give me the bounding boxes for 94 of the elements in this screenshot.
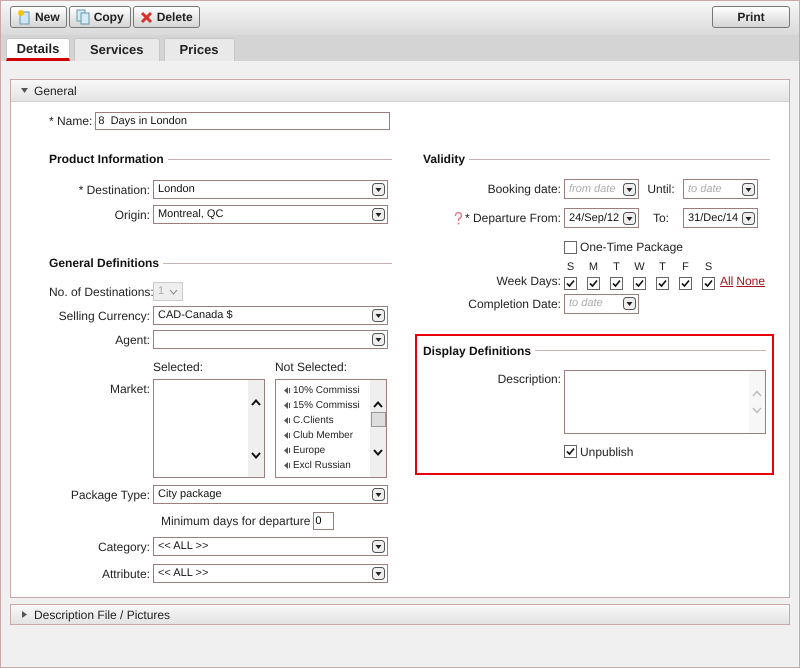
market-list-item[interactable]: Excl Russian [284,458,370,473]
field-label: Week Days: [496,272,561,290]
tab[interactable]: Prices [164,38,235,61]
checkbox-label: Unpublish [580,444,634,460]
dropdown-select[interactable]: City package [153,485,388,504]
field-label: Selling Currency: [58,308,150,324]
weekday-letter: S [704,260,712,275]
field-label: * Destination: [78,182,150,198]
help-question-icon[interactable] [454,212,463,224]
weekday-checkbox[interactable] [610,276,623,290]
delete-x-icon [140,10,153,24]
toolbar-button[interactable]: Copy [68,6,131,28]
collapse-triangle-icon [21,87,28,94]
weekday-checkbox[interactable] [656,276,669,290]
scroll-down-icon [373,449,383,456]
market-list-item[interactable]: Club Member [284,428,370,443]
checkbox-label: One-Time Package [580,239,683,256]
field-label: Origin: [114,206,150,224]
description-file-section-header[interactable]: Description File / Pictures [10,604,790,625]
toolbar-button[interactable]: Delete [132,6,200,28]
field-label: Attribute: [100,566,150,582]
select-none-link[interactable]: None [736,272,766,290]
print-button[interactable]: Print [712,6,790,28]
name-input[interactable]: 8 Days in London [95,112,390,130]
tab[interactable]: Services [74,38,160,61]
speaker-icon [284,447,290,454]
speaker-icon [284,387,290,394]
list-scrollbar[interactable] [370,380,386,477]
weekday-letter: S [566,260,574,275]
field-label: * Name: [49,113,92,130]
speaker-icon [284,462,290,469]
weekday-letter: F [682,260,689,275]
section-heading: Display Definitions [423,342,532,360]
chevron-down-icon [169,288,178,294]
dropdown-select[interactable]: CAD-Canada $ [153,306,388,325]
select-all-link[interactable]: All [720,272,734,290]
dropdown-select[interactable]: << ALL >> [153,564,388,583]
scroll-down-icon [251,452,261,458]
weekday-checkbox[interactable] [679,276,692,290]
scroll-up-icon [251,398,261,406]
tab[interactable]: Details [6,38,70,61]
description-textarea[interactable] [564,370,766,434]
section-heading: Product Information [49,151,164,168]
field-label: To: [652,210,670,227]
dropdown-select[interactable]: Montreal, QC [153,205,388,224]
field-label: Minimum days for departure [161,513,310,530]
field-label: Market: [108,381,150,398]
market-list-item[interactable]: C.Clients [284,413,370,428]
unpublish-checkbox[interactable] [564,445,577,458]
copy-icon [76,9,90,25]
field-label: Agent: [114,332,150,348]
selected-market-list[interactable] [153,379,265,478]
one-time-checkbox[interactable] [564,240,577,254]
speaker-icon [284,402,290,409]
section-heading: Validity [423,151,466,168]
weekday-letter: W [634,260,645,275]
weekday-checkbox[interactable] [702,276,715,290]
speaker-icon [284,417,290,424]
weekday-letter: T [659,260,666,275]
dropdown-select[interactable]: << ALL >> [153,537,388,556]
market-list-item[interactable]: Europe [284,443,370,458]
weekday-checkbox[interactable] [633,276,646,290]
field-label: Package Type: [70,486,150,504]
dropdown-select[interactable]: London [153,180,388,199]
new-document-icon [17,9,31,25]
date-field[interactable]: 24/Sep/12 [564,208,639,228]
min-days-input[interactable]: 0 [313,512,334,530]
scroll-down-icon [752,406,762,414]
scroll-up-icon [373,401,383,408]
speaker-icon [284,432,290,439]
market-list-item[interactable]: 10% Commissi [284,383,370,398]
general-section-header[interactable]: General [11,80,789,102]
scroll-up-icon [752,390,762,396]
field-label: Booking date: [486,181,561,198]
dropdown-select[interactable] [153,330,388,349]
market-list-item[interactable]: 15% Commissi [284,398,370,413]
field-label: Until: [646,181,676,198]
expand-triangle-icon [21,611,28,618]
weekday-checkbox[interactable] [587,276,600,290]
field-label: Completion Date: [467,296,561,312]
list-heading: Not Selected: [275,359,348,376]
weekday-checkbox[interactable] [564,276,577,290]
weekday-letter: T [613,260,620,275]
toolbar-button[interactable]: New [10,6,67,28]
field-label: Description: [496,370,561,388]
field-label: Category: [96,538,150,556]
scroll-thumb[interactable] [370,412,386,427]
not-selected-market-list[interactable]: 10% Commissi 15% Commissi C.Clients Club Member Europe Excl Russian [275,379,387,478]
section-heading: General Definitions [49,255,160,272]
list-heading: Selected: [153,359,204,376]
weekday-letter: M [588,260,598,275]
date-field[interactable]: 31/Dec/14 [683,208,758,228]
list-scrollbar[interactable] [248,380,264,477]
field-label: * Departure From: [464,210,561,227]
